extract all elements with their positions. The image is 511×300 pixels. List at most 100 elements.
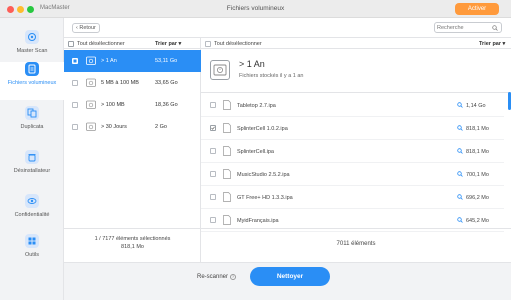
sidebar-item-privacy[interactable]: Confidentialité [0,194,64,232]
file-row[interactable]: SplinterCell 1.0.2.ipa 818,1 Mo [201,117,504,140]
file-icon [223,192,231,202]
file-icon [223,169,231,179]
file-size: 700,1 Mo [466,172,489,178]
uninstaller-icon [25,150,39,164]
sidebar-item-label: Outils [24,252,40,258]
file-name: MyidFrançais.ipa [237,218,279,224]
file-checkbox[interactable] [210,194,216,200]
file-checkbox[interactable] [210,171,216,177]
large-files-icon [25,62,39,76]
sort-files-label: Trier par [479,41,502,47]
category-size: 2 Go [155,124,167,130]
sidebar-item-uninstaller[interactable]: Désinstallateur [0,150,64,188]
file-size: 696,2 Mo [466,195,489,201]
preview-icon[interactable] [457,217,463,225]
selection-count: 1 / 7177 éléments sélectionnés [94,236,171,242]
category-row[interactable]: 5 MB à 100 MB 33,65 Go [64,72,201,94]
duplicate-icon [25,106,39,120]
master-scan-icon [25,30,39,44]
folder-icon [86,78,96,87]
file-size: 818,1 Mo [466,149,489,155]
sidebar-item-label: Duplicata [20,124,44,130]
clean-button[interactable]: Nettoyer [250,267,330,286]
title-bar: MacMaster Fichiers volumineux Activer [0,0,511,18]
preview-icon[interactable] [457,194,463,202]
file-checkbox[interactable] [210,102,216,108]
file-checkbox[interactable] [210,148,216,154]
category-list-header: Tout désélectionner Trier par ▾ [64,37,201,49]
sort-by-dropdown[interactable]: Trier par ▾ [155,41,181,47]
category-name: 5 MB à 100 MB [101,80,139,86]
category-title: > 1 An [239,59,265,69]
file-name: MusicStudio 2.5.2.ipa [237,172,290,178]
search-input[interactable] [437,24,489,32]
file-size: 818,1 Mo [466,126,489,132]
search-box[interactable] [434,22,502,33]
window-title: Fichiers volumineux [226,5,285,12]
sidebar: Master Scan Fichiers volumineux Duplicat… [0,18,64,300]
sort-by-label: Trier par [155,41,178,47]
file-list-header: Tout désélectionner Trier par ▾ [201,37,511,49]
category-size: 53,11 Go [155,58,178,64]
category-checkbox[interactable] [72,124,78,130]
sidebar-item-label: Confidentialité [14,212,50,218]
file-checkbox[interactable] [210,125,216,131]
file-icon [223,215,231,225]
file-name: SplinterCell.ipa [237,149,274,155]
category-row[interactable]: > 30 Jours 2 Go [64,116,201,138]
file-row[interactable]: MusicStudio 2.5.2.ipa 700,1 Mo [201,163,504,186]
category-name: > 100 MB [101,102,125,108]
chevron-down-icon: ▾ [502,41,506,47]
sidebar-item-tools[interactable]: Outils [0,234,64,272]
sidebar-item-large-files[interactable]: Fichiers volumineux [0,62,64,100]
preview-icon[interactable] [457,171,463,179]
back-label: Retour [79,25,96,31]
file-list-footer: 7011 éléments [201,228,511,262]
deselect-all-files-checkbox[interactable] [205,41,211,47]
file-name: Tabletop 2.7.ipa [237,103,276,109]
preview-icon[interactable] [457,102,463,110]
back-button[interactable]: ‹ Retour [72,23,100,33]
file-name: GT Free+ HD 1.3.3.ipa [237,195,293,201]
category-row[interactable]: > 1 An 53,11 Go [64,50,201,72]
file-row[interactable]: Tabletop 2.7.ipa 1,14 Go [201,94,504,117]
file-row[interactable]: SplinterCell.ipa 818,1 Mo [201,140,504,163]
sidebar-item-label: Fichiers volumineux [7,80,57,86]
deselect-all-label[interactable]: Tout désélectionner [77,41,125,47]
category-checkbox[interactable] [72,102,78,108]
preview-icon[interactable] [457,148,463,156]
file-icon [223,146,231,156]
folder-icon [86,100,96,109]
category-row[interactable]: > 100 MB 18,36 Go [64,94,201,116]
search-icon [492,25,498,33]
help-icon[interactable]: ? [230,274,237,280]
rescan-link[interactable]: Re-scanner? [197,274,237,280]
sidebar-item-duplicates[interactable]: Duplicata [0,106,64,144]
file-name: SplinterCell 1.0.2.ipa [237,126,288,132]
chevron-down-icon: ▾ [178,41,182,47]
file-size: 645,2 Mo [466,218,489,224]
sort-files-dropdown[interactable]: Trier par ▾ [479,41,505,47]
deselect-all-checkbox[interactable] [68,41,74,47]
category-checkbox[interactable] [72,80,78,86]
preview-icon[interactable] [457,125,463,133]
folder-clock-icon [86,56,96,65]
sidebar-item-label: Désinstallateur [13,168,51,174]
file-icon [223,123,231,133]
sidebar-item-label: Master Scan [16,48,48,54]
category-subtitle: Fichiers stockés il y a 1 an [239,73,304,79]
category-size: 33,65 Go [155,80,178,86]
file-checkbox[interactable] [210,217,216,223]
activate-button[interactable]: Activer [455,3,499,15]
tools-icon [25,234,39,248]
deselect-all-files-label[interactable]: Tout désélectionner [214,41,262,47]
selection-summary: 1 / 7177 éléments sélectionnés 818,1 Mo [64,228,201,262]
folder-clock-icon [210,60,230,80]
chevron-left-icon: ‹ [76,25,78,31]
category-checkbox[interactable] [72,58,78,64]
file-size: 1,14 Go [466,103,486,109]
folder-icon [86,122,96,131]
file-row[interactable]: GT Free+ HD 1.3.3.ipa 696,2 Mo [201,186,504,209]
rescan-label: Re-scanner [197,274,229,280]
file-count: 7011 éléments [336,241,376,247]
